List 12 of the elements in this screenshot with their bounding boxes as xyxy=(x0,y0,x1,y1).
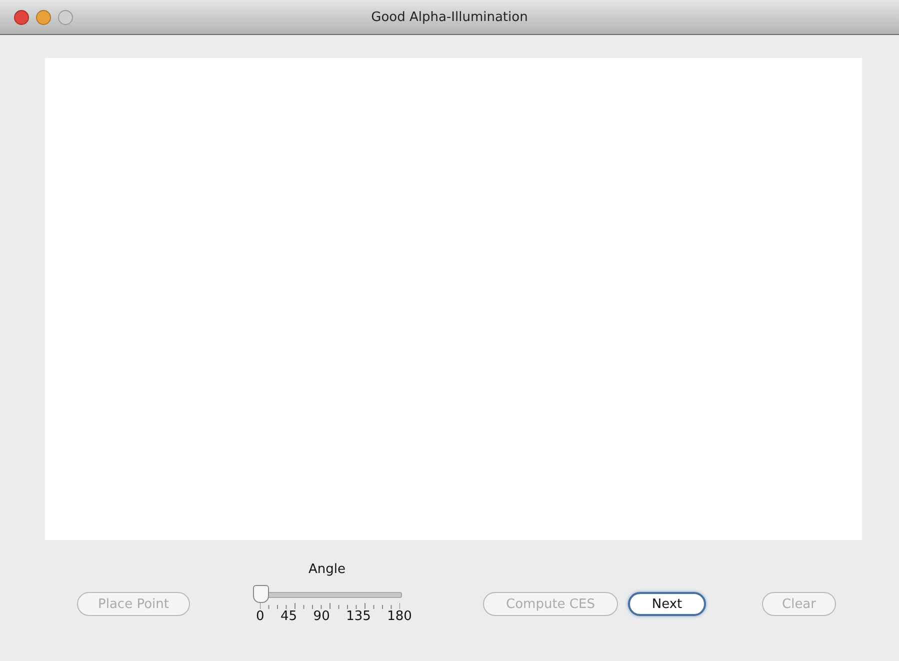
next-button[interactable]: Next xyxy=(628,592,706,616)
tick-label: 0 xyxy=(256,609,264,624)
slider-thumb[interactable] xyxy=(253,585,269,603)
zoom-icon[interactable] xyxy=(58,10,73,24)
close-icon[interactable] xyxy=(14,10,29,24)
minimize-icon[interactable] xyxy=(36,10,51,24)
tick-label: 180 xyxy=(387,609,412,624)
slider-label: Angle xyxy=(308,562,346,579)
tick-label: 135 xyxy=(346,609,371,624)
window-title: Good Alpha-Illumination xyxy=(371,10,528,24)
tick-label: 45 xyxy=(280,609,298,624)
tick-label: 90 xyxy=(313,609,330,624)
